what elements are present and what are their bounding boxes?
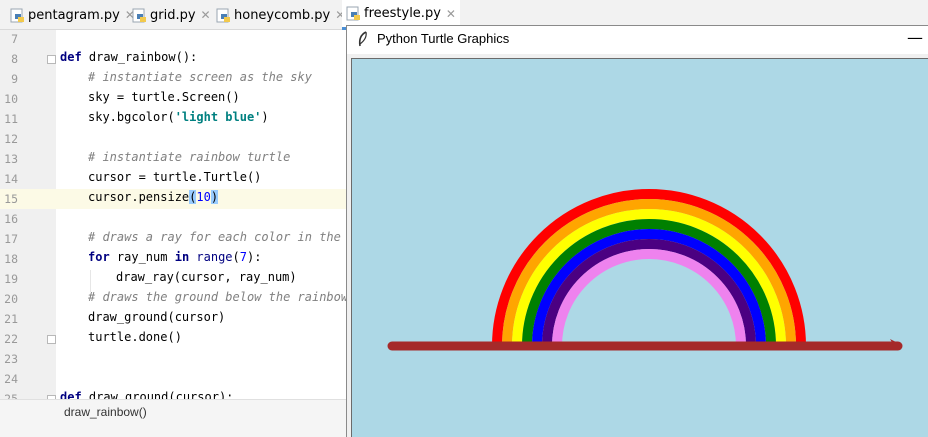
code-token: in — [174, 250, 190, 264]
python-file-icon — [216, 8, 231, 23]
line-number: 12 — [4, 132, 18, 146]
code-number: 7 — [239, 250, 247, 264]
code-line: cursor = turtle.Turtle() — [88, 170, 261, 184]
code-line: # instantiate screen as the sky — [88, 70, 312, 84]
code-comment: # instantiate rainbow turtle — [88, 150, 291, 164]
line-number: 17 — [4, 232, 18, 246]
code-line: sky.bgcolor('light blue') — [88, 110, 269, 124]
line-number: 21 — [4, 312, 18, 326]
code-token: draw_ground(cursor) — [88, 310, 226, 324]
code-token: ) — [210, 190, 219, 204]
code-line: cursor.pensize(10) — [88, 190, 219, 204]
code-token: ) — [261, 110, 269, 124]
close-icon[interactable]: ✕ — [201, 8, 211, 22]
tab-pentagram[interactable]: pentagram.py ✕ — [10, 0, 135, 30]
fold-marker-icon[interactable] — [47, 335, 56, 344]
python-file-icon — [132, 8, 147, 23]
line-number: 7 — [11, 32, 18, 46]
turtle-canvas — [351, 58, 928, 437]
fold-marker-icon[interactable] — [47, 55, 56, 64]
code-token: ): — [247, 250, 262, 264]
turtle-graphics-window[interactable]: Python Turtle Graphics — — [346, 25, 928, 437]
code-token: sky.bgcolor( — [88, 110, 175, 124]
line-number: 16 — [4, 212, 18, 226]
code-token: cursor = turtle.Turtle() — [88, 170, 262, 184]
line-number: 18 — [4, 252, 18, 266]
code-string: 'light blue' — [174, 110, 262, 124]
code-line: # draws the ground below the rainbow — [88, 290, 348, 304]
line-number: 9 — [11, 72, 18, 86]
close-icon[interactable]: ✕ — [446, 7, 456, 21]
line-number: 22 — [4, 332, 18, 346]
line-number: 20 — [4, 292, 18, 306]
code-line: def draw_rainbow(): — [60, 50, 197, 64]
tab-label: freestyle.py — [364, 6, 441, 21]
code-line: draw_ground(cursor) — [88, 310, 225, 324]
python-file-icon — [346, 6, 361, 21]
code-token: def — [60, 50, 82, 64]
rainbow-drawing — [387, 189, 903, 351]
line-number: 15 — [4, 192, 18, 206]
window-title: Python Turtle Graphics — [377, 31, 510, 46]
tab-label: honeycomb.py — [234, 7, 331, 23]
tab-honeycomb[interactable]: honeycomb.py ✕ — [216, 0, 345, 30]
breadcrumb[interactable]: draw_rainbow() — [64, 405, 147, 419]
code-token: draw_rainbow(): — [81, 50, 198, 64]
code-token: ray_num — [109, 250, 175, 264]
breadcrumb-bar: draw_rainbow() — [0, 399, 348, 437]
tab-grid[interactable]: grid.py ✕ — [132, 0, 211, 30]
code-comment: # draws the ground below the rainbow — [88, 290, 349, 304]
code-line: for ray_num in range(7): — [88, 250, 261, 264]
code-comment: # instantiate screen as the sky — [88, 70, 312, 84]
minimize-icon[interactable]: — — [907, 28, 923, 47]
code-token: sky = turtle.Screen() — [88, 90, 240, 104]
code-comment: # draws a ray for each color in the r — [88, 230, 356, 244]
line-number: 14 — [4, 172, 18, 186]
code-line: sky = turtle.Screen() — [88, 90, 240, 104]
code-token: draw_ray(cursor, ray_num) — [116, 270, 297, 284]
code-token: cursor.pensize — [88, 190, 190, 204]
python-file-icon — [10, 8, 25, 23]
code-line: turtle.done() — [88, 330, 182, 344]
feather-icon — [357, 31, 369, 51]
line-number: 13 — [4, 152, 18, 166]
code-line: # draws a ray for each color in the r — [88, 230, 355, 244]
code-number: 10 — [196, 190, 211, 204]
code-token: turtle.done() — [88, 330, 182, 344]
tab-label: pentagram.py — [28, 7, 120, 23]
line-number: 19 — [4, 272, 18, 286]
code-token: ( — [232, 250, 240, 264]
line-number: 24 — [4, 372, 18, 386]
line-number: 10 — [4, 92, 18, 106]
code-token: range — [196, 250, 233, 264]
line-number: 23 — [4, 352, 18, 366]
line-number: 11 — [4, 112, 18, 126]
code-line: # instantiate rainbow turtle — [88, 150, 290, 164]
indent-guide — [90, 270, 91, 292]
code-line: draw_ray(cursor, ray_num) — [116, 270, 297, 284]
code-token: for — [88, 250, 110, 264]
tab-label: grid.py — [150, 7, 196, 23]
window-title-bar[interactable]: Python Turtle Graphics — — [347, 26, 928, 54]
line-number: 8 — [11, 52, 18, 66]
